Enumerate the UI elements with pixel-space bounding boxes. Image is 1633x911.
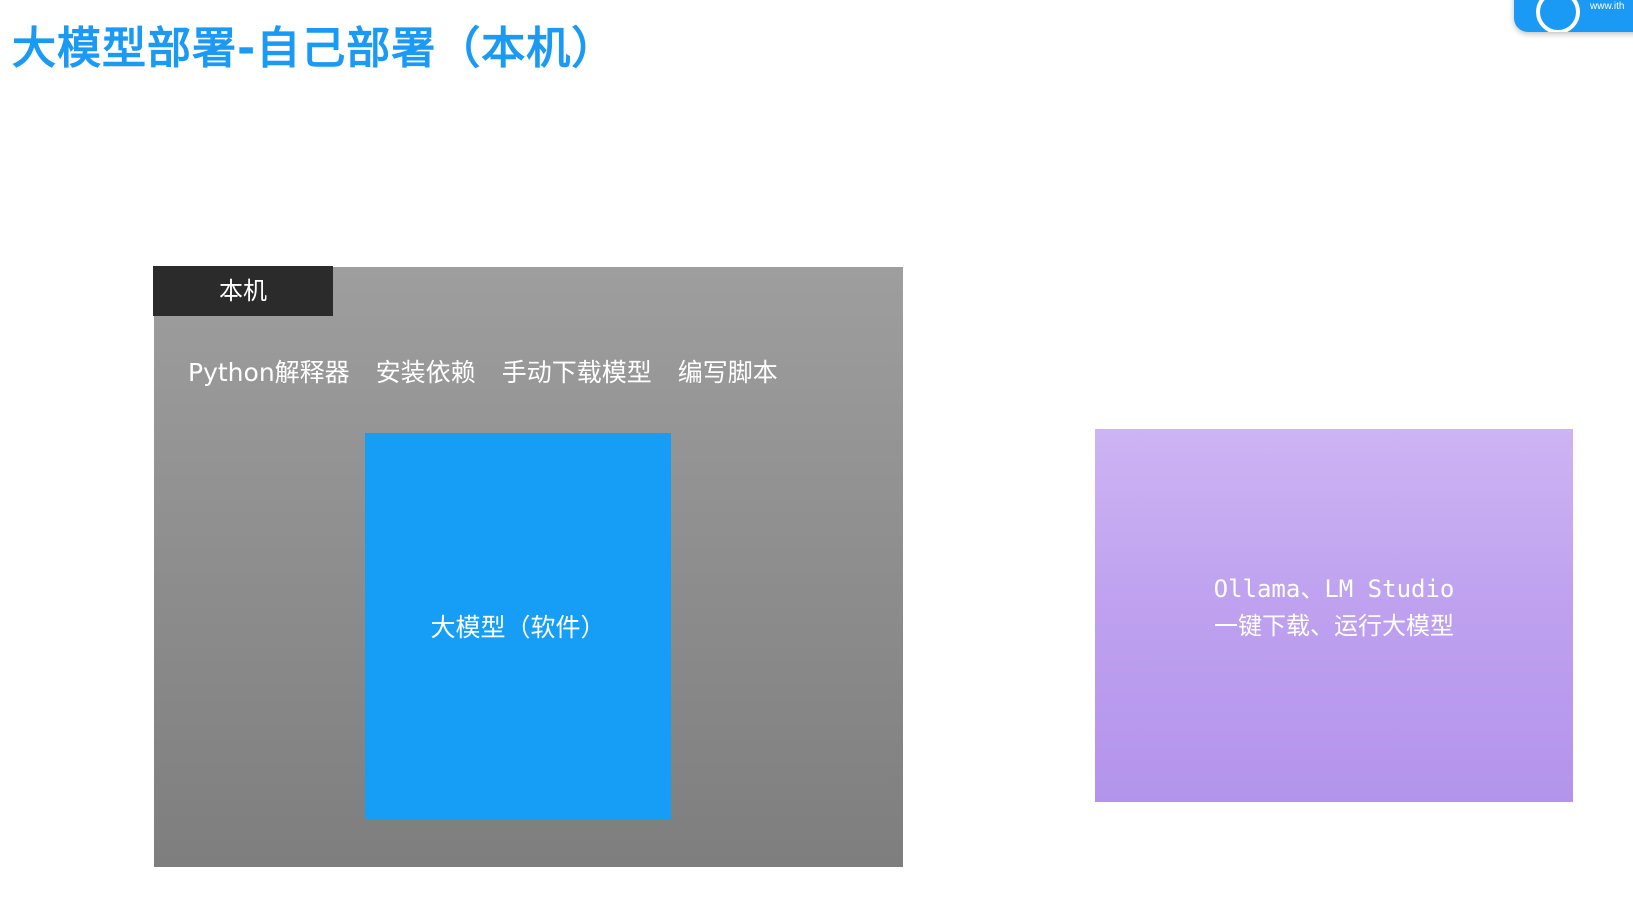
slide-title: 大模型部署-自己部署（本机） (12, 23, 617, 74)
model-software-label: 大模型（软件） (430, 613, 606, 642)
step-write-script: 编写脚本 (677, 358, 778, 387)
slide: 大模型部署-自己部署（本机） www.ith 本机 Python解释器 安装依赖… (0, 0, 1633, 911)
setup-steps: Python解释器 安装依赖 手动下载模型 编写脚本 (188, 353, 778, 389)
local-machine-panel: 本机 Python解释器 安装依赖 手动下载模型 编写脚本 大模型（软件） (153, 266, 903, 867)
brand-url: www.ith (1590, 1, 1625, 12)
brand-badge: www.ith (1514, 0, 1633, 32)
tools-names: Ollama、LM Studio (1213, 574, 1455, 603)
brand-logo-icon (1536, 0, 1580, 32)
step-install-dependencies: 安装依赖 (375, 358, 476, 387)
local-machine-tag: 本机 (153, 266, 333, 316)
step-python-interpreter: Python解释器 (188, 358, 350, 387)
step-download-model: 手动下载模型 (501, 358, 652, 387)
tools-description: 一键下载、运行大模型 (1214, 611, 1454, 640)
one-click-tools-panel: Ollama、LM Studio 一键下载、运行大模型 (1095, 429, 1573, 802)
model-software-box: 大模型（软件） (365, 433, 671, 819)
